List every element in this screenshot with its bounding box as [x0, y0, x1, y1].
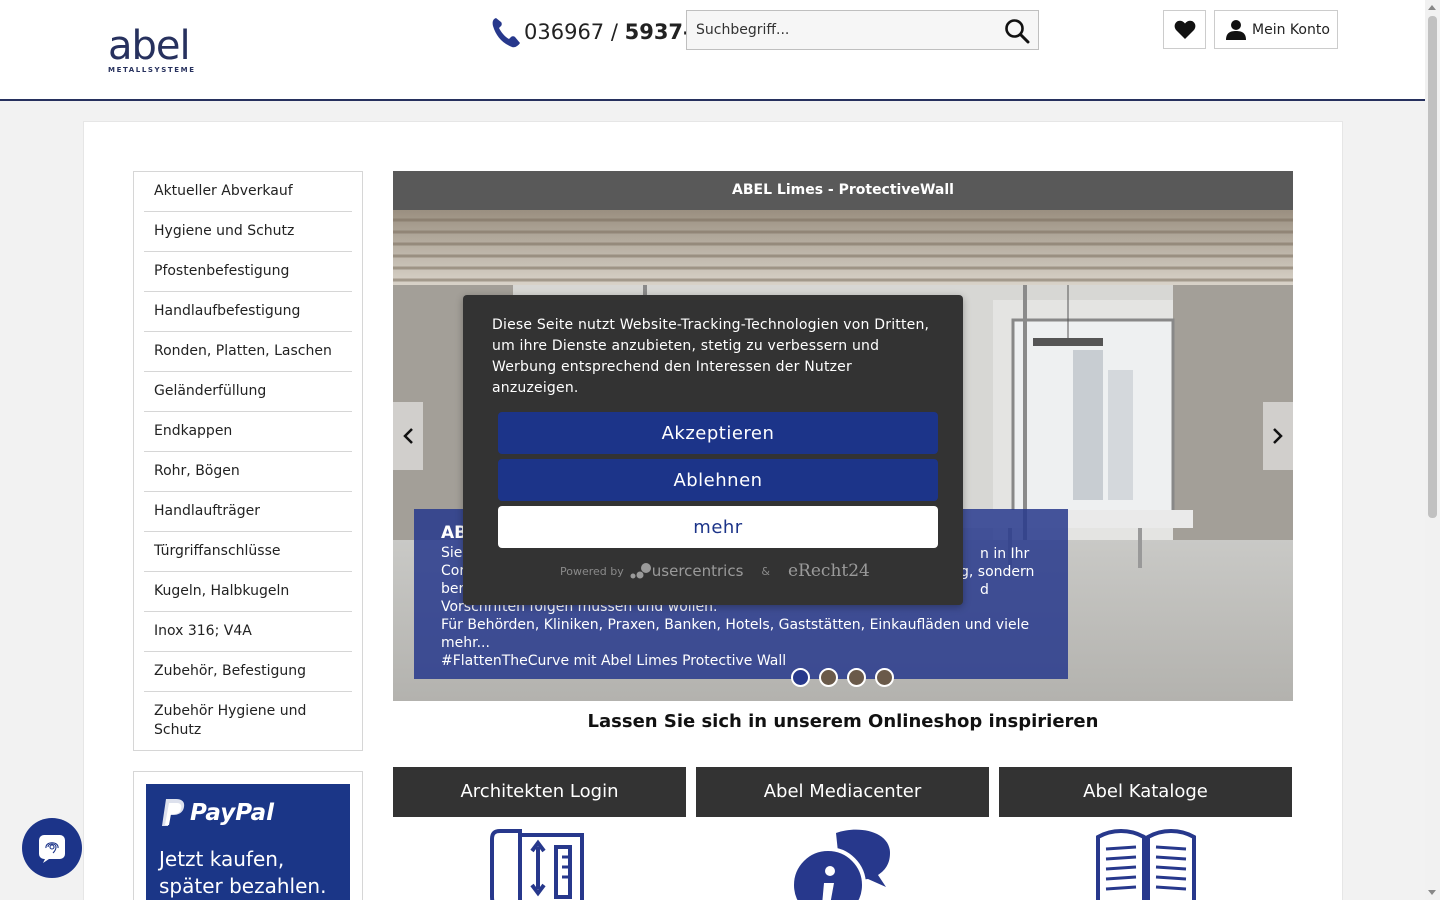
slider-dot[interactable]: [847, 668, 866, 687]
scroll-up-arrow[interactable]: [1428, 5, 1436, 10]
logo-subtitle: METALLSYSTEME: [108, 66, 196, 74]
info-chat-icon: [789, 829, 890, 900]
phone-hotline[interactable]: 036967 / 5937-0: [490, 14, 706, 50]
paypal-claim: Jetzt kaufen, später bezahlen.: [159, 846, 326, 900]
privacy-settings-button[interactable]: [22, 818, 82, 878]
search-icon[interactable]: [1004, 18, 1030, 44]
caption-fragment: d: [980, 582, 989, 598]
usercentrics-logo[interactable]: usercentrics: [630, 561, 744, 581]
sidebar-category-item[interactable]: Hygiene und Schutz: [144, 212, 352, 252]
sidebar-category-item[interactable]: Geländerfüllung: [144, 372, 352, 412]
heart-icon: [1174, 20, 1195, 39]
sidebar-category-item[interactable]: Rohr, Bögen: [144, 452, 352, 492]
book-icon: [1095, 829, 1196, 900]
chevron-left-icon: [403, 428, 413, 444]
tile-label: Architekten Login: [393, 767, 686, 817]
erecht24-logo[interactable]: eRecht24: [788, 561, 870, 581]
category-list: Aktueller Abverkauf Hygiene und Schutz Pfo…: [134, 172, 362, 750]
slider-next-button[interactable]: [1263, 402, 1293, 470]
page-scrollbar[interactable]: [1425, 0, 1440, 900]
search-box: [686, 10, 1039, 50]
paypal-banner[interactable]: PayPal Jetzt kaufen, später bezahlen.: [146, 784, 350, 900]
slider-dots: [791, 668, 894, 687]
accept-button[interactable]: Akzeptieren: [498, 412, 938, 454]
phone-icon: [492, 18, 520, 48]
cookie-consent-dialog: Diese Seite nutzt Website-Tracking-Techn…: [463, 295, 963, 605]
scroll-thumb[interactable]: [1428, 16, 1437, 518]
powered-by-label: Powered by: [560, 564, 624, 578]
more-button[interactable]: mehr: [498, 506, 938, 548]
powered-by: Powered by usercentrics & eRecht24: [560, 561, 870, 581]
caption-line: mehr...: [441, 635, 490, 651]
sidebar-category-item[interactable]: Handlaufträger: [144, 492, 352, 532]
paypal-p-icon: [162, 799, 185, 826]
sidebar-category-item[interactable]: Inox 316; V4A: [144, 612, 352, 652]
scroll-down-arrow[interactable]: [1428, 890, 1436, 895]
consent-text: Diese Seite nutzt Website-Tracking-Techn…: [492, 317, 930, 396]
slider-dot[interactable]: [791, 668, 810, 687]
slider-title: ABEL Limes - ProtectiveWall: [393, 171, 1293, 210]
abel-logo[interactable]: abel METALLSYSTEME: [108, 23, 208, 78]
caption-fragment: n in Ihr: [980, 546, 1030, 562]
phone-number: 036967 / 5937-0: [524, 20, 706, 44]
sidebar-category-item[interactable]: Kugeln, Halbkugeln: [144, 572, 352, 612]
logo-wordmark: abel: [108, 23, 191, 69]
paypal-claim-line1: Jetzt kaufen,: [159, 847, 285, 871]
sidebar-category-item[interactable]: Zubehör, Befestigung: [144, 652, 352, 692]
account-label: Mein Konto: [1252, 21, 1330, 38]
category-sidebar: Aktueller Abverkauf Hygiene und Schutz Pfo…: [133, 171, 363, 751]
account-button[interactable]: Mein Konto: [1214, 10, 1338, 49]
paypal-claim-line2: später bezahlen.: [159, 874, 327, 898]
tile-label: Abel Mediacenter: [696, 767, 989, 817]
tile-abel-mediacenter[interactable]: Abel Mediacenter: [696, 767, 989, 900]
caption-line: Für Behörden, Kliniken, Praxen, Banken, …: [441, 617, 1030, 633]
caption-fragment: g, sondern: [960, 564, 1035, 580]
sidebar-category-item[interactable]: Pfostenbefestigung: [144, 252, 352, 292]
slider-prev-button[interactable]: [393, 402, 423, 470]
wishlist-button[interactable]: [1163, 10, 1206, 49]
inspire-heading: Lassen Sie sich in unserem Onlineshop in…: [587, 711, 1099, 732]
paypal-logo: PayPal: [160, 798, 274, 828]
sidebar-category-item[interactable]: Türgriffanschlüsse: [144, 532, 352, 572]
fingerprint-chat-icon: [39, 835, 65, 863]
paypal-banner-box: PayPal Jetzt kaufen, später bezahlen.: [133, 771, 363, 900]
usercentrics-dots-icon: [630, 563, 651, 579]
ampersand: &: [761, 564, 770, 578]
tile-label: Abel Kataloge: [999, 767, 1292, 817]
blueprint-icon: [489, 829, 584, 900]
caption-line: #FlattenTheCurve mit Abel Limes Protecti…: [441, 653, 787, 669]
caption-right-fragments: n in Ihr g, sondern d: [960, 545, 1034, 599]
sidebar-category-item[interactable]: Zubehör Hygiene und Schutz: [144, 692, 352, 750]
tile-abel-kataloge[interactable]: Abel Kataloge: [999, 767, 1292, 900]
search-input[interactable]: [687, 11, 997, 49]
phone-prefix: 036967 /: [524, 20, 625, 44]
sidebar-category-item[interactable]: Ronden, Platten, Laschen: [144, 332, 352, 372]
site-header: abel METALLSYSTEME 036967 / 5937-0 Mein …: [0, 0, 1425, 101]
paypal-word: PayPal: [190, 800, 274, 826]
usercentrics-word: usercentrics: [651, 562, 744, 580]
user-icon: [1226, 19, 1246, 40]
deny-button[interactable]: Ablehnen: [498, 459, 938, 501]
chevron-right-icon: [1273, 428, 1283, 444]
tile-architekten-login[interactable]: Architekten Login: [393, 767, 686, 900]
sidebar-category-item[interactable]: Aktueller Abverkauf: [144, 172, 352, 212]
slider-dot[interactable]: [819, 668, 838, 687]
sidebar-category-item[interactable]: Endkappen: [144, 412, 352, 452]
sidebar-category-item[interactable]: Handlaufbefestigung: [144, 292, 352, 332]
slider-dot[interactable]: [875, 668, 894, 687]
